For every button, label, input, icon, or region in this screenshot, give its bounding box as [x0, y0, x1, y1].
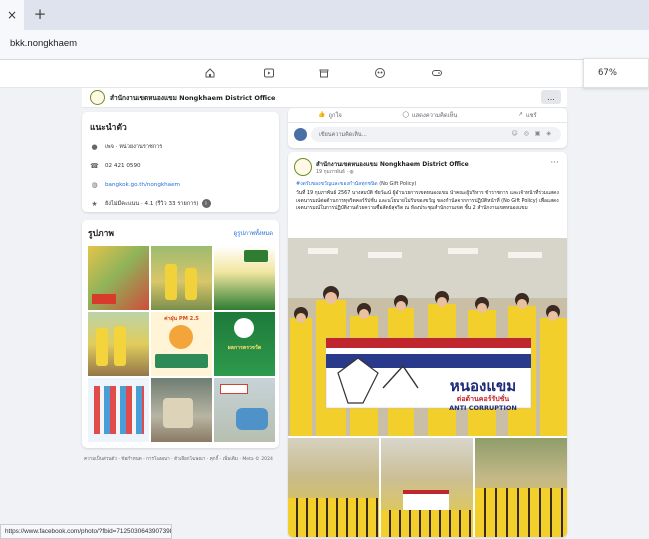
- blue-object: [236, 408, 268, 430]
- post-author-avatar[interactable]: [294, 158, 312, 176]
- pm25-heading: ค่าฝุ่น PM 2.5: [164, 316, 199, 322]
- globe-icon: ◍: [91, 180, 98, 189]
- person-shape: [165, 264, 177, 300]
- phone-icon: ☎: [90, 161, 99, 170]
- poster-badge: [244, 250, 268, 262]
- photo-thumb[interactable]: [88, 312, 149, 376]
- intro-website-row: ◍ bangkok.go.th/nongkhaem: [90, 180, 271, 189]
- footer-links[interactable]: ความเป็นส่วนตัว · ข้อกำหนด · การโฆษณา · …: [82, 456, 279, 463]
- intro-website-link[interactable]: bangkok.go.th/nongkhaem: [105, 182, 180, 188]
- post-card: สำนักงานเขตหนองแขม Nongkhaem District Of…: [288, 152, 567, 537]
- left-column: แนะนำตัว ● เพจ · หน่วยงานราชการ ☎ 02 421…: [82, 112, 279, 530]
- post-more-icon[interactable]: ···: [550, 158, 559, 168]
- page-header: สำนักงานเขตหนองแขม Nongkhaem District Of…: [82, 88, 567, 108]
- photos-card: รูปภาพ ดูรูปภาพทั้งหมด ค่าฝุ่น PM 2.5 ผล…: [82, 220, 279, 448]
- avatar[interactable]: [294, 128, 307, 141]
- photo-thumb[interactable]: [88, 246, 149, 310]
- pm25-box: [155, 354, 208, 368]
- emoji-face: [169, 325, 193, 349]
- comment-tool-icons[interactable]: ☺ ◎ ▣ ◈: [512, 130, 554, 137]
- intro-phone-row: ☎ 02 421 0590: [90, 161, 271, 170]
- post-timestamp[interactable]: 19 กุมภาพันธ์ · ◍: [316, 168, 354, 176]
- sign-board: [220, 384, 248, 394]
- map-image: [94, 386, 144, 434]
- gaming-icon[interactable]: [430, 66, 444, 80]
- post-text: วันที่ 19 กุมภาพันธ์ 2567 นางสมบัติ ชัยว…: [296, 190, 559, 212]
- intro-category: เพจ · หน่วยงานราชการ: [105, 143, 163, 150]
- photo-thumb[interactable]: [214, 246, 275, 310]
- intro-rating-row: ★ ยังไม่มีคะแนน · 4.1 (รีวิว 33 รายการ) …: [90, 199, 271, 208]
- intro-card: แนะนำตัว ● เพจ · หน่วยงานราชการ ☎ 02 421…: [82, 112, 279, 212]
- banner-shape: [403, 490, 449, 510]
- photo-banner: [92, 294, 116, 304]
- comment-input[interactable]: เขียนความคิดเห็น... ☺ ◎ ▣ ◈: [311, 127, 561, 142]
- photo-thumb[interactable]: [88, 378, 149, 442]
- info-icon: ●: [91, 142, 98, 151]
- crowd-shape: [475, 488, 567, 537]
- see-all-photos-link[interactable]: ดูรูปภาพทั้งหมด: [233, 228, 273, 238]
- sub-photo[interactable]: [381, 438, 473, 537]
- star-icon: ★: [91, 199, 98, 208]
- status-url-bar: https://www.facebook.com/photo/?fbid=712…: [0, 524, 172, 539]
- globe-icon: ◍: [349, 170, 354, 175]
- zoom-level-popup: 67%: [583, 58, 649, 88]
- crowd-shape: [381, 510, 473, 537]
- comment-button[interactable]: ◯ แสดงความคิดเห็น: [402, 110, 457, 120]
- debris-shape: [163, 398, 193, 428]
- photos-title: รูปภาพ: [88, 229, 114, 239]
- person-shape: [114, 326, 126, 366]
- new-tab-button[interactable]: +: [30, 4, 50, 24]
- post-main-photo[interactable]: หนองแขม ต่อต้านคอร์รัปชั่น ANTI CORRUPTI…: [288, 238, 567, 436]
- like-button[interactable]: 👍 ถูกใจ: [318, 110, 341, 120]
- address-bar[interactable]: bkk.nongkhaem: [0, 30, 649, 60]
- logo-circle: [234, 318, 254, 338]
- url-text[interactable]: bkk.nongkhaem: [10, 38, 77, 49]
- home-icon[interactable]: [203, 66, 217, 80]
- poster-text: ผลการตรวจวัด: [227, 345, 262, 351]
- intro-category-row: ● เพจ · หน่วยงานราชการ: [90, 142, 271, 151]
- photo-thumb[interactable]: [151, 378, 212, 442]
- sub-photo[interactable]: [288, 438, 379, 537]
- thumbs-up-icon: 👍: [318, 112, 326, 118]
- video-icon[interactable]: [262, 66, 276, 80]
- intro-phone[interactable]: 02 421 0590: [105, 163, 141, 169]
- post-actions-card: 👍 ถูกใจ ◯ แสดงความคิดเห็น ↗ แชร์ เขียนความค…: [288, 108, 567, 148]
- post-hashtag-line: #งดรับของขวัญและของกำนัลทุกชนิด (No Gift…: [296, 181, 417, 187]
- banner-english-text: ANTI CORRUPTION: [449, 404, 517, 412]
- photo-thumb[interactable]: [151, 246, 212, 310]
- share-button[interactable]: ↗ แชร์: [518, 110, 537, 120]
- photo-thumb[interactable]: [214, 378, 275, 442]
- page-title[interactable]: สำนักงานเขตหนองแขม Nongkhaem District Of…: [110, 93, 275, 103]
- intro-title: แนะนำตัว: [90, 123, 127, 133]
- marketplace-icon[interactable]: [317, 66, 331, 80]
- facebook-top-nav: [0, 60, 649, 88]
- tab-close-button[interactable]: ×: [0, 0, 24, 30]
- comment-icon: ◯: [402, 112, 409, 118]
- person-shape: [96, 328, 108, 366]
- photo-thumb[interactable]: ค่าฝุ่น PM 2.5: [151, 312, 212, 376]
- share-icon: ↗: [518, 112, 523, 118]
- more-options-button[interactable]: ...: [541, 90, 561, 104]
- groups-icon[interactable]: [373, 66, 387, 80]
- hashtag-link[interactable]: #งดรับของขวัญและของกำนัลทุกชนิด: [296, 181, 378, 187]
- photo-thumb[interactable]: ผลการตรวจวัด: [214, 312, 275, 376]
- action-bar: 👍 ถูกใจ ◯ แสดงความคิดเห็น ↗ แชร์: [288, 108, 567, 123]
- intro-rating: ยังไม่มีคะแนน · 4.1 (รีวิว 33 รายการ): [105, 200, 199, 207]
- post-sub-photos: [288, 438, 567, 537]
- person-shape: [185, 268, 197, 300]
- page-logo[interactable]: [90, 90, 105, 105]
- sub-photo[interactable]: [475, 438, 567, 537]
- info-circle-icon[interactable]: i: [201, 199, 211, 208]
- photo-grid: ค่าฝุ่น PM 2.5 ผลการตรวจวัด: [88, 246, 275, 442]
- browser-tab-bar: × +: [0, 0, 649, 30]
- crowd-shape: [288, 498, 379, 537]
